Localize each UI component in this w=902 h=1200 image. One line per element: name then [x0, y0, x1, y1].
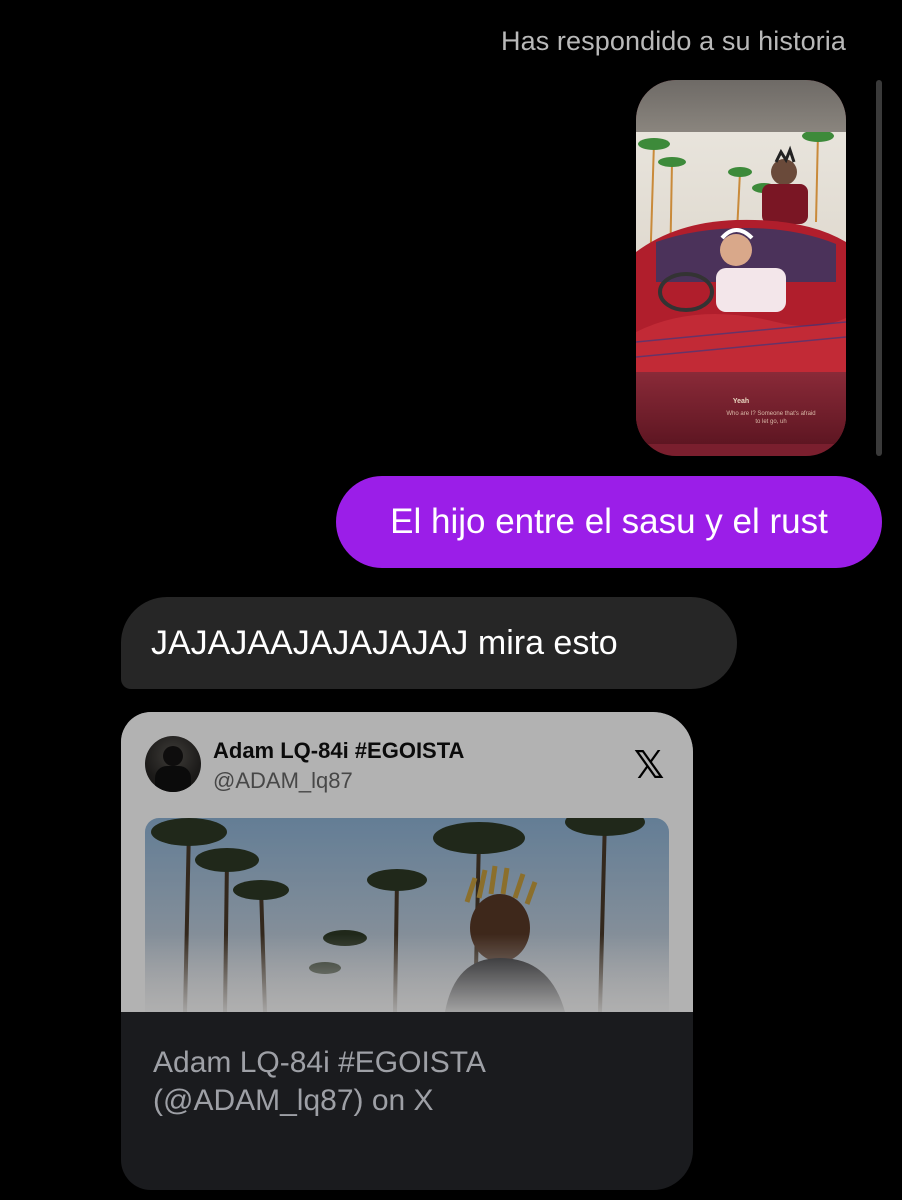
tweet-preview: Adam LQ-84i #EGOISTA @ADAM_lq87 𝕏	[121, 712, 693, 1012]
tweet-author-name: Adam LQ-84i #EGOISTA	[213, 738, 465, 763]
story-top-strip	[636, 80, 846, 132]
x-logo-icon: 𝕏	[633, 745, 665, 787]
story-caption-text: Who are I? Someone that's afraid to let …	[726, 411, 816, 425]
link-preview-card[interactable]: Adam LQ-84i #EGOISTA @ADAM_lq87 𝕏 Adam L…	[121, 712, 693, 1190]
tweet-image	[145, 818, 669, 1012]
link-title: Adam LQ-84i #EGOISTA (@ADAM_lq87) on X	[153, 1046, 485, 1117]
story-preview[interactable]: Yeah Who are I? Someone that's afraid to…	[636, 80, 846, 456]
received-message-bubble[interactable]: JAJAJAAJAJAJAJAJ mira esto	[121, 597, 737, 689]
chat-screen: Has respondido a su historia Yeah Who ar…	[0, 0, 902, 1200]
avatar	[145, 736, 201, 792]
scrollbar[interactable]	[876, 80, 882, 456]
story-caption-title: Yeah	[732, 398, 750, 405]
story-reply-label: Has respondido a su historia	[501, 26, 846, 56]
received-message-text: JAJAJAAJAJAJAJAJ mira esto	[151, 623, 618, 662]
sent-message-text: El hijo entre el sasu y el rust	[390, 502, 828, 541]
tweet-author-handle: @ADAM_lq87	[213, 768, 353, 793]
sent-message-bubble[interactable]: El hijo entre el sasu y el rust	[336, 476, 882, 568]
